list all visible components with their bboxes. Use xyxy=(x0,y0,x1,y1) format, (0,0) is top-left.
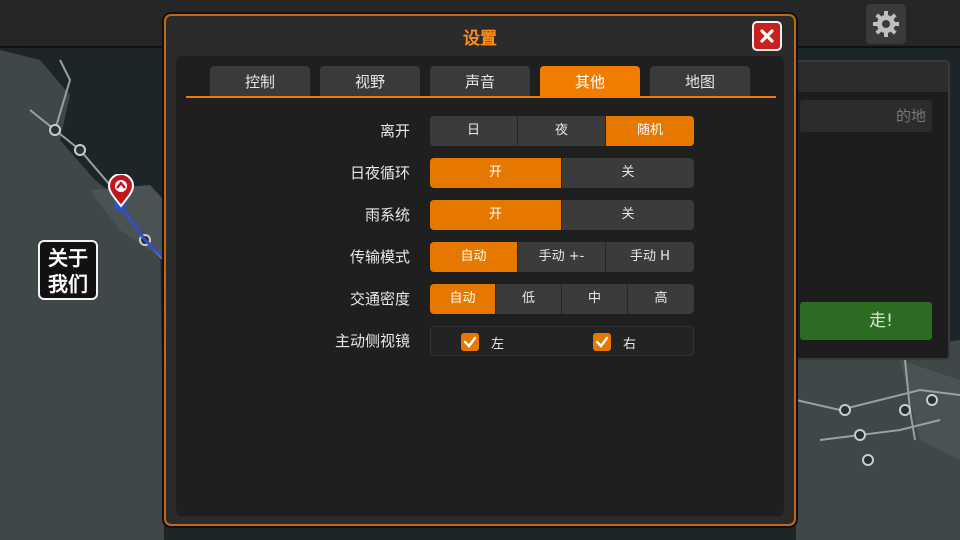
transmission-manual-plus-minus[interactable]: 手动 +- xyxy=(518,242,606,272)
route-panel-header xyxy=(792,62,948,92)
rain-system-toggle: 开 关 xyxy=(430,200,694,230)
about-us-line1: 关于 xyxy=(48,246,88,270)
tab-bar: 控制 视野 声音 其他 地图 xyxy=(210,66,750,96)
gear-icon xyxy=(873,11,899,37)
about-us-button[interactable]: 关于 我们 xyxy=(38,240,98,300)
setting-rain-system: 雨系统 开 关 xyxy=(176,200,784,230)
left-mirror-label: 左 xyxy=(491,336,505,352)
day-night-cycle-off[interactable]: 关 xyxy=(562,158,694,188)
setting-label-leave: 离开 xyxy=(379,122,410,140)
leave-selector: 日 夜 随机 xyxy=(430,116,694,146)
setting-side-mirrors: 主动侧视镜 左 右 xyxy=(176,326,784,356)
tab-sound[interactable]: 声音 xyxy=(430,66,530,96)
leave-option-night[interactable]: 夜 xyxy=(518,116,606,146)
tab-view[interactable]: 视野 xyxy=(320,66,420,96)
leave-option-random[interactable]: 随机 xyxy=(606,116,694,146)
setting-label-rain-system: 雨系统 xyxy=(364,206,410,224)
traffic-density-auto[interactable]: 自动 xyxy=(430,284,496,314)
traffic-density-medium[interactable]: 中 xyxy=(562,284,628,314)
setting-label-side-mirrors: 主动侧视镜 xyxy=(334,332,410,350)
right-mirror-check-box[interactable] xyxy=(593,333,611,351)
setting-leave: 离开 日 夜 随机 xyxy=(176,116,784,146)
setting-label-day-night-cycle: 日夜循环 xyxy=(349,164,410,182)
settings-content: 控制 视野 声音 其他 地图 离开 日 夜 随机 日夜循环 开 关 雨系统 开 … xyxy=(176,56,784,516)
day-night-cycle-toggle: 开 关 xyxy=(430,158,694,188)
setting-label-transmission: 传输模式 xyxy=(349,248,410,266)
traffic-density-high[interactable]: 高 xyxy=(628,284,694,314)
destination-field[interactable]: 的地 xyxy=(800,100,932,132)
settings-button[interactable] xyxy=(866,4,906,44)
transmission-manual-h[interactable]: 手动 H xyxy=(606,242,694,272)
left-mirror-check-box[interactable] xyxy=(461,333,479,351)
about-us-line2: 我们 xyxy=(48,272,88,296)
route-panel: 的地 走! xyxy=(790,60,950,360)
setting-traffic-density: 交通密度 自动 低 中 高 xyxy=(176,284,784,314)
side-mirrors-options: 左 右 xyxy=(430,326,694,356)
tab-controls[interactable]: 控制 xyxy=(210,66,310,96)
tab-other[interactable]: 其他 xyxy=(540,66,640,96)
close-button[interactable] xyxy=(752,21,782,51)
checkmark-icon xyxy=(463,336,477,348)
right-mirror-checkbox[interactable]: 右 xyxy=(593,333,637,352)
checkmark-icon xyxy=(595,336,609,348)
transmission-auto[interactable]: 自动 xyxy=(430,242,518,272)
day-night-cycle-on[interactable]: 开 xyxy=(430,158,562,188)
rain-system-on[interactable]: 开 xyxy=(430,200,562,230)
map-pin-icon[interactable] xyxy=(107,174,135,208)
tab-map[interactable]: 地图 xyxy=(650,66,750,96)
setting-transmission: 传输模式 自动 手动 +- 手动 H xyxy=(176,242,784,272)
traffic-density-selector: 自动 低 中 高 xyxy=(430,284,694,314)
dialog-title: 设置 xyxy=(463,29,497,49)
close-icon xyxy=(760,29,774,43)
left-mirror-checkbox[interactable]: 左 xyxy=(461,333,505,352)
transmission-selector: 自动 手动 +- 手动 H xyxy=(430,242,694,272)
traffic-density-low[interactable]: 低 xyxy=(496,284,562,314)
settings-dialog: 设置 控制 视野 声音 其他 地图 离开 日 夜 随机 日夜循环 开 关 雨系统… xyxy=(164,14,796,526)
setting-day-night-cycle: 日夜循环 开 关 xyxy=(176,158,784,188)
leave-option-day[interactable]: 日 xyxy=(430,116,518,146)
rain-system-off[interactable]: 关 xyxy=(562,200,694,230)
setting-label-traffic-density: 交通密度 xyxy=(349,290,410,308)
tab-underline xyxy=(186,96,776,98)
right-mirror-label: 右 xyxy=(623,336,637,352)
go-button[interactable]: 走! xyxy=(800,302,932,340)
